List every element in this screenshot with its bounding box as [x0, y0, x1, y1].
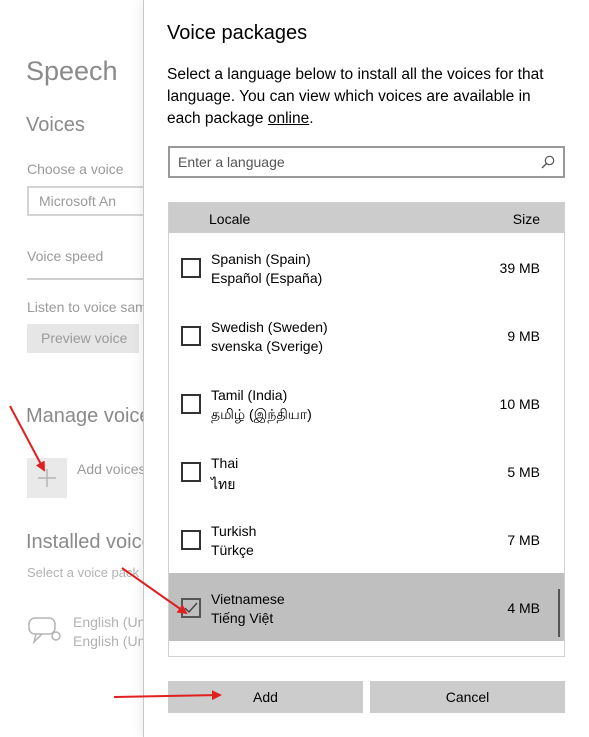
checkbox[interactable] — [181, 530, 201, 550]
search-icon[interactable] — [541, 155, 555, 169]
dialog-title: Voice packages — [167, 22, 308, 44]
locale-native-name: Türkçe — [211, 542, 254, 558]
locale-native-name: ไทย — [211, 476, 236, 492]
installed-voices-heading: Installed voice — [26, 531, 153, 553]
package-size: 10 MB — [499, 396, 540, 412]
locale-native-name: svenska (Sverige) — [211, 338, 324, 354]
add-voices-label: Add voices — [77, 461, 146, 477]
list-item[interactable]: Tamil (India) தமிழ் (இந்தியா) 10 MB — [169, 369, 564, 437]
add-button[interactable]: Add — [168, 681, 363, 713]
package-size: 4 MB — [507, 600, 540, 616]
dialog-description: Select a language below to install all t… — [167, 64, 567, 130]
locale-name: Spanish (Spain) — [211, 251, 311, 267]
installed-voice-line1: English (Un — [73, 614, 146, 630]
locale-name: Turkish — [211, 523, 257, 539]
checkbox[interactable] — [181, 258, 201, 278]
select-voice-pack-label: Select a voice pack — [27, 565, 140, 580]
description-text: Select a language below to install all t… — [167, 66, 544, 127]
locale-column-header[interactable]: Locale — [209, 211, 250, 227]
locale-name: Tamil (India) — [211, 387, 288, 403]
list-scrollbar[interactable] — [558, 589, 560, 637]
language-search-input[interactable] — [178, 152, 528, 172]
package-size: 5 MB — [507, 464, 540, 480]
online-link[interactable]: online — [268, 110, 309, 127]
list-item[interactable]: Thai ไทย 5 MB — [169, 437, 564, 505]
page-title: Speech — [26, 56, 118, 86]
package-size: 39 MB — [499, 260, 540, 276]
speech-bubble-icon — [28, 617, 61, 645]
description-suffix: . — [309, 110, 314, 127]
package-size: 7 MB — [507, 532, 540, 548]
preview-voice-label: Preview voice — [41, 330, 128, 346]
locale-native-name: தமிழ் (இந்தியா) — [211, 406, 312, 422]
list-item[interactable]: Turkish Türkçe 7 MB — [169, 505, 564, 573]
voice-speed-label: Voice speed — [27, 248, 104, 264]
checkbox[interactable] — [181, 394, 201, 414]
locale-name: Thai — [211, 455, 239, 471]
locale-native-name: Español (España) — [211, 270, 323, 286]
locale-native-name: Tiếng Việt — [211, 610, 274, 626]
add-voices-button[interactable] — [27, 458, 67, 498]
choose-voice-label: Choose a voice — [27, 161, 124, 177]
locale-name: Swedish (Sweden) — [211, 319, 328, 335]
cancel-button[interactable]: Cancel — [370, 681, 565, 713]
list-item[interactable]: Vietnamese Tiếng Việt 4 MB — [169, 573, 564, 641]
language-search-box[interactable] — [168, 146, 565, 178]
checkbox[interactable] — [181, 462, 201, 482]
voice-dropdown-value: Microsoft An — [39, 193, 117, 209]
list-item[interactable]: Swedish (Sweden) svenska (Sverige) 9 MB — [169, 301, 564, 369]
size-column-header[interactable]: Size — [513, 211, 540, 227]
list-rows: Spanish (Spain) Español (España) 39 MB S… — [169, 233, 564, 641]
checkbox[interactable] — [181, 326, 201, 346]
plus-icon — [38, 469, 56, 487]
package-size: 9 MB — [507, 328, 540, 344]
preview-voice-button[interactable]: Preview voice — [27, 324, 139, 353]
installed-voice-line2: English (Un — [73, 633, 146, 649]
list-item[interactable]: Spanish (Spain) Español (España) 39 MB — [169, 233, 564, 301]
voice-packages-dialog: Voice packages Select a language below t… — [143, 0, 589, 737]
manage-voices-heading: Manage voice — [26, 405, 151, 427]
listen-label: Listen to voice sam — [27, 299, 147, 315]
voices-heading: Voices — [26, 114, 85, 136]
checkbox[interactable] — [181, 598, 201, 618]
locale-name: Vietnamese — [211, 591, 285, 607]
voice-package-list[interactable]: Locale Size Spanish (Spain) Español (Esp… — [168, 202, 565, 657]
list-header: Locale Size — [169, 203, 564, 233]
checkmark-icon — [184, 602, 198, 614]
